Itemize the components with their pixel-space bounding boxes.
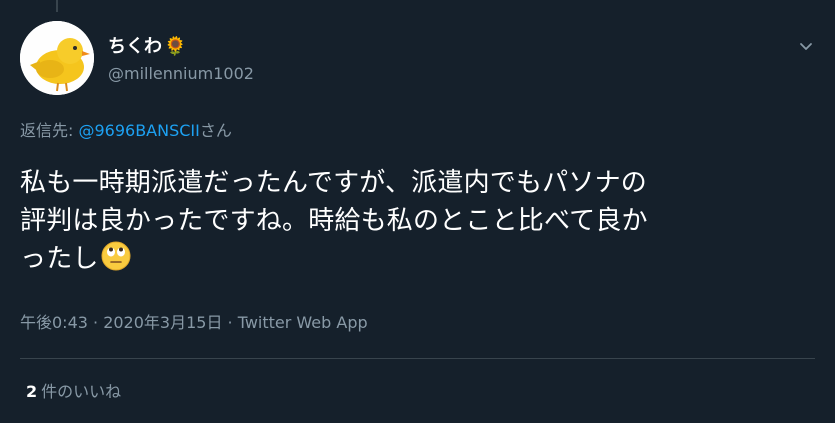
- thread-connector-line: [56, 0, 58, 12]
- sunflower-icon: 🌻: [164, 36, 187, 57]
- likes-label: 件のいいね: [41, 382, 122, 401]
- avatar[interactable]: [20, 21, 94, 95]
- tweet-text-line: ったし: [20, 240, 810, 282]
- chevron-down-icon[interactable]: [796, 36, 816, 56]
- tweet-text-line: 私も一時期派遣だったんですが、派遣内でもパソナの: [20, 168, 647, 198]
- tweet-text: 私も一時期派遣だったんですが、派遣内でもパソナの 評判は良かったですね。時給も私…: [20, 164, 810, 282]
- reply-to-line: 返信先: @9696BANSCIIさん: [20, 121, 232, 141]
- tweet-text-line-content: ったし: [20, 244, 99, 274]
- divider: [20, 358, 815, 359]
- tweet-detail: ちくわ 🌻 @millennium1002 返信先: @9696BANSCIIさん…: [0, 0, 835, 423]
- face-with-rolling-eyes-icon: [101, 241, 131, 282]
- display-name[interactable]: ちくわ 🌻: [108, 36, 186, 58]
- likes-count-link[interactable]: 2 件のいいね: [26, 382, 121, 402]
- likes-count: 2: [26, 382, 38, 401]
- user-handle[interactable]: @millennium1002: [108, 64, 254, 84]
- tweet-timestamp[interactable]: 午後0:43 · 2020年3月15日 · Twitter Web App: [20, 313, 368, 333]
- tweet-text-line: 評判は良かったですね。時給も私のとこと比べて良か: [20, 206, 648, 236]
- yellow-bird-avatar-icon: [20, 21, 94, 95]
- reply-suffix: さん: [199, 121, 232, 140]
- reply-prefix: 返信先:: [20, 121, 79, 140]
- display-name-text: ちくわ: [108, 36, 162, 57]
- reply-mention-link[interactable]: @9696BANSCII: [78, 121, 199, 140]
